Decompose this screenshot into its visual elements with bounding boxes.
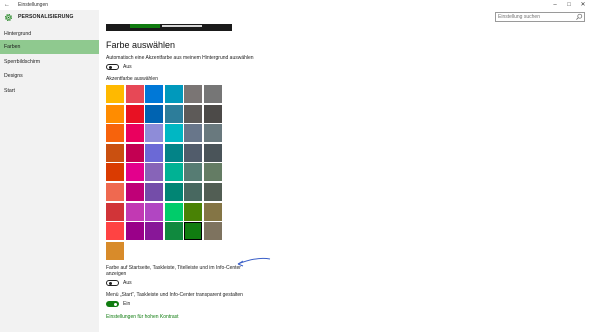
color-swatch[interactable]	[145, 143, 164, 162]
color-swatch[interactable]	[164, 124, 183, 143]
toggle-knob	[114, 302, 117, 306]
color-swatch[interactable]	[164, 163, 183, 182]
color-swatch[interactable]	[145, 183, 164, 201]
color-swatch[interactable]	[164, 104, 183, 123]
transparency-toggle[interactable]	[106, 301, 119, 307]
color-swatch[interactable]	[184, 143, 203, 162]
sidebar-item-farben[interactable]: Farben	[0, 40, 99, 54]
color-swatch[interactable]	[184, 163, 203, 182]
color-swatch[interactable]	[145, 202, 164, 221]
search-icon[interactable]	[575, 13, 583, 21]
color-swatch[interactable]	[125, 183, 144, 201]
taskbar-color-toggle[interactable]	[106, 280, 119, 286]
color-swatch[interactable]	[204, 183, 222, 201]
color-swatch[interactable]	[204, 163, 222, 182]
color-swatch[interactable]	[106, 143, 124, 162]
color-swatch[interactable]	[204, 124, 222, 143]
color-swatch[interactable]	[204, 143, 222, 162]
color-swatch[interactable]	[106, 163, 124, 182]
transparency-state: Ein	[123, 301, 131, 307]
search-box[interactable]	[495, 12, 585, 22]
color-swatch[interactable]	[184, 202, 203, 221]
color-swatch[interactable]	[164, 183, 183, 201]
sidebar: PERSONALISIERUNG Hintergrund Farben Sper…	[0, 10, 99, 332]
color-swatch[interactable]	[125, 163, 144, 182]
color-swatch[interactable]	[164, 85, 183, 103]
color-swatch[interactable]	[125, 202, 144, 221]
color-swatch[interactable]	[145, 85, 164, 103]
preview-accent-bar	[130, 24, 160, 28]
color-swatch[interactable]	[106, 85, 124, 103]
title-bar: ← Einstellungen – □ ✕	[0, 0, 590, 10]
sidebar-item-hintergrund[interactable]: Hintergrund	[0, 27, 99, 41]
color-swatch[interactable]	[204, 202, 222, 221]
toggle-knob	[109, 65, 112, 69]
color-swatch[interactable]	[145, 124, 164, 143]
back-button[interactable]: ←	[4, 1, 10, 9]
toggle-knob	[109, 281, 112, 285]
color-swatch[interactable]	[106, 241, 124, 260]
color-swatch[interactable]	[106, 183, 124, 201]
color-swatch[interactable]	[204, 222, 222, 241]
taskbar-color-label-cont: anzeigen	[106, 271, 127, 277]
sidebar-item-sperrbildschirm[interactable]: Sperrbildschirm	[0, 55, 99, 69]
color-swatch[interactable]	[184, 222, 203, 241]
color-swatch[interactable]	[145, 104, 164, 123]
window-title: Einstellungen	[18, 2, 49, 8]
color-swatch[interactable]	[164, 202, 183, 221]
color-swatch[interactable]	[106, 222, 124, 241]
color-swatch[interactable]	[184, 124, 203, 143]
color-swatch[interactable]	[164, 143, 183, 162]
color-swatch[interactable]	[204, 104, 222, 123]
page-title: Farbe auswählen	[106, 40, 176, 50]
color-swatch[interactable]	[164, 222, 183, 241]
sidebar-item-designs[interactable]: Designs	[0, 69, 99, 83]
accent-color-grid	[106, 85, 225, 262]
color-swatch[interactable]	[184, 183, 203, 201]
auto-accent-label: Automatisch eine Akzentfarbe aus meinem …	[106, 55, 254, 61]
color-swatch[interactable]	[125, 143, 144, 162]
accent-color-label: Akzentfarbe auswählen	[106, 76, 158, 82]
gear-icon	[5, 14, 12, 21]
app-header: PERSONALISIERUNG	[0, 10, 99, 26]
close-button[interactable]: ✕	[576, 1, 590, 9]
color-swatch[interactable]	[125, 104, 144, 123]
minimize-button[interactable]: –	[548, 1, 562, 9]
color-swatch[interactable]	[145, 163, 164, 182]
auto-accent-toggle[interactable]	[106, 64, 119, 70]
search-input[interactable]	[498, 13, 574, 21]
color-swatch[interactable]	[145, 222, 164, 241]
preview-highlight	[162, 25, 202, 27]
transparency-label: Menü „Start“, Taskleiste und Info-Center…	[106, 292, 243, 298]
color-swatch[interactable]	[125, 124, 144, 143]
color-swatch[interactable]	[125, 85, 144, 103]
color-swatch[interactable]	[184, 104, 203, 123]
taskbar-color-state: Aus	[123, 280, 132, 286]
auto-accent-state: Aus	[123, 64, 132, 70]
sidebar-item-start[interactable]: Start	[0, 84, 99, 98]
color-swatch[interactable]	[106, 202, 124, 221]
color-swatch[interactable]	[125, 222, 144, 241]
preview-image	[106, 24, 232, 31]
maximize-button[interactable]: □	[562, 1, 576, 9]
high-contrast-link[interactable]: Einstellungen für hohen Kontrast	[106, 314, 179, 320]
color-swatch[interactable]	[106, 124, 124, 143]
app-name: PERSONALISIERUNG	[18, 14, 74, 20]
color-swatch[interactable]	[184, 85, 203, 103]
color-swatch[interactable]	[106, 104, 124, 123]
color-swatch[interactable]	[204, 85, 222, 103]
